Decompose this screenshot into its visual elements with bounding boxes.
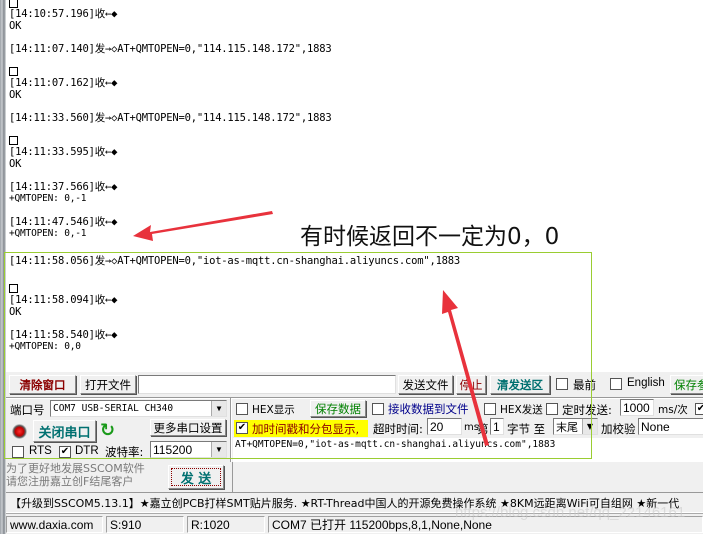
log-line: [14:11:47.546]收←◆: [9, 216, 118, 228]
byte-start-input[interactable]: 1: [490, 418, 504, 435]
open-file-button[interactable]: 打开文件: [80, 375, 136, 394]
square-icon: [9, 67, 18, 76]
chevron-down-icon[interactable]: ▼: [582, 419, 597, 434]
log-line: [14:11:33.595]收←◆: [9, 146, 118, 158]
clear-window-button[interactable]: 清除窗口: [9, 375, 76, 394]
rts-checkbox[interactable]: [12, 446, 24, 458]
status-received-count: R:1020: [187, 516, 265, 533]
log-line: +QMTOPEN: 0,-1: [9, 228, 87, 239]
clear-send-button[interactable]: 清发送区: [490, 375, 550, 394]
log-line: [14:11:07.140]发→◇AT+QMTOPEN=0,"114.115.1…: [9, 43, 332, 55]
status-port-info: COM7 已打开 115200bps,8,1,None,None: [268, 516, 703, 533]
timeout-label: 超时时间:: [373, 422, 423, 436]
dtr-label: DTR: [75, 445, 99, 457]
port-label: 端口号: [10, 403, 45, 417]
topmost-label: 最前: [573, 378, 596, 392]
dtr-checkbox[interactable]: ✔: [59, 446, 71, 458]
file-path-input[interactable]: [138, 375, 396, 394]
log-line: OK: [9, 158, 22, 170]
byte-end-value: 末尾: [556, 420, 578, 434]
timestamp-checkbox[interactable]: ✔: [236, 422, 248, 434]
topmost-checkbox[interactable]: [556, 378, 568, 390]
send-input[interactable]: AT+QMTOPEN=0,"iot-as-mqtt.cn-shanghai.al…: [233, 438, 703, 462]
stop-button[interactable]: 停止: [456, 375, 486, 394]
status-website[interactable]: www.daxia.com: [6, 516, 103, 533]
hex-display-checkbox[interactable]: [236, 403, 248, 415]
english-checkbox[interactable]: [610, 378, 622, 390]
divider: [6, 397, 703, 399]
register-note: 为了更好地发展SSCOM软件 请您注册嘉立创F结尾客户: [6, 462, 161, 488]
timed-send-unit: ms/次: [658, 404, 688, 416]
timestamp-label: 加时间戳和分包显示,: [252, 422, 360, 436]
receive-log-area[interactable]: [14:10:57.196]收←◆ OK [14:11:07.140]发→◇AT+Q…: [6, 0, 703, 372]
close-port-button[interactable]: 关闭串口: [33, 420, 96, 442]
baud-value: 115200: [153, 442, 193, 457]
status-bar: www.daxia.com S:910 R:1020 COM7 已打开 1152…: [6, 513, 703, 534]
timeout-input[interactable]: 20: [427, 418, 462, 435]
log-line: +QMTOPEN: 0,-1: [9, 193, 87, 204]
port-value: COM7 USB-SERIAL CH340: [53, 403, 174, 414]
chevron-down-icon[interactable]: ▼: [211, 442, 226, 457]
hex-send-label: HEX发送: [500, 404, 543, 416]
log-line: [14:11:58.540]收←◆: [9, 329, 118, 341]
baud-label: 波特率:: [105, 445, 144, 459]
checksum-label: 加校验: [601, 422, 636, 436]
rts-label: RTS: [29, 445, 52, 457]
baud-rate-select[interactable]: 115200 ▼: [150, 441, 227, 458]
byte-prefix: 第: [477, 422, 489, 436]
annotation-text: 有时候返回不一定为0，0: [300, 224, 560, 250]
chevron-down-icon[interactable]: ▼: [211, 401, 226, 416]
log-line: [14:11:33.560]发→◇AT+QMTOPEN=0,"114.115.1…: [9, 112, 332, 124]
byte-end-select[interactable]: 末尾 ▼: [553, 418, 598, 435]
status-sent-count: S:910: [106, 516, 184, 533]
more-port-settings-button[interactable]: 更多串口设置: [150, 419, 226, 436]
log-line: [14:11:07.162]收←◆: [9, 77, 118, 89]
log-line: OK: [9, 20, 22, 32]
log-line: [14:10:57.196]收←◆: [9, 8, 118, 20]
send-spacer: [232, 462, 703, 492]
recv-to-file-checkbox[interactable]: [372, 403, 384, 415]
timed-send-label: 定时发送:: [562, 403, 612, 417]
newline-checkbox[interactable]: ✔: [695, 403, 703, 415]
promo-ticker[interactable]: 【升级到SSCOM5.13.1】★嘉立创PCB打样SMT贴片服务. ★RT-Th…: [6, 492, 703, 512]
recv-to-file-label[interactable]: 接收数据到文件: [388, 401, 469, 417]
port-status-led-icon: [12, 424, 27, 439]
log-line: OK: [9, 306, 22, 318]
save-data-button[interactable]: 保存数据: [310, 400, 366, 417]
save-config-button[interactable]: 保存参数: [670, 375, 703, 394]
log-line: [14:11:58.094]收←◆: [9, 294, 118, 306]
english-label: English: [627, 377, 665, 389]
square-icon: [9, 136, 18, 145]
checksum-select[interactable]: None: [638, 418, 703, 435]
hex-send-checkbox[interactable]: [484, 403, 496, 415]
log-line: [14:11:37.566]收←◆: [9, 181, 118, 193]
log-line: [14:11:58.056]发→◇AT+QMTOPEN=0,"iot-as-mq…: [9, 255, 461, 267]
hex-display-label: HEX显示: [252, 404, 295, 416]
divider: [230, 398, 232, 462]
log-line: +QMTOPEN: 0,0: [9, 341, 81, 352]
register-note-line1: 为了更好地发展SSCOM软件: [6, 462, 145, 475]
square-icon: [9, 0, 18, 8]
log-line: OK: [9, 89, 22, 101]
timed-send-checkbox[interactable]: [546, 403, 558, 415]
byte-suffix: 字节 至: [507, 422, 546, 436]
control-panel: 清除窗口 打开文件 发送文件 停止 清发送区 最前 English 保存参数 端…: [6, 372, 703, 462]
port-select[interactable]: COM7 USB-SERIAL CH340 ▼: [50, 400, 227, 417]
refresh-icon[interactable]: ↻: [100, 420, 115, 441]
timed-send-interval-input[interactable]: 1000: [620, 399, 654, 416]
send-button[interactable]: 发 送: [168, 465, 224, 489]
square-icon: [9, 284, 18, 293]
register-note-line2: 请您注册嘉立创F结尾客户: [6, 475, 134, 488]
send-file-button[interactable]: 发送文件: [398, 375, 453, 394]
